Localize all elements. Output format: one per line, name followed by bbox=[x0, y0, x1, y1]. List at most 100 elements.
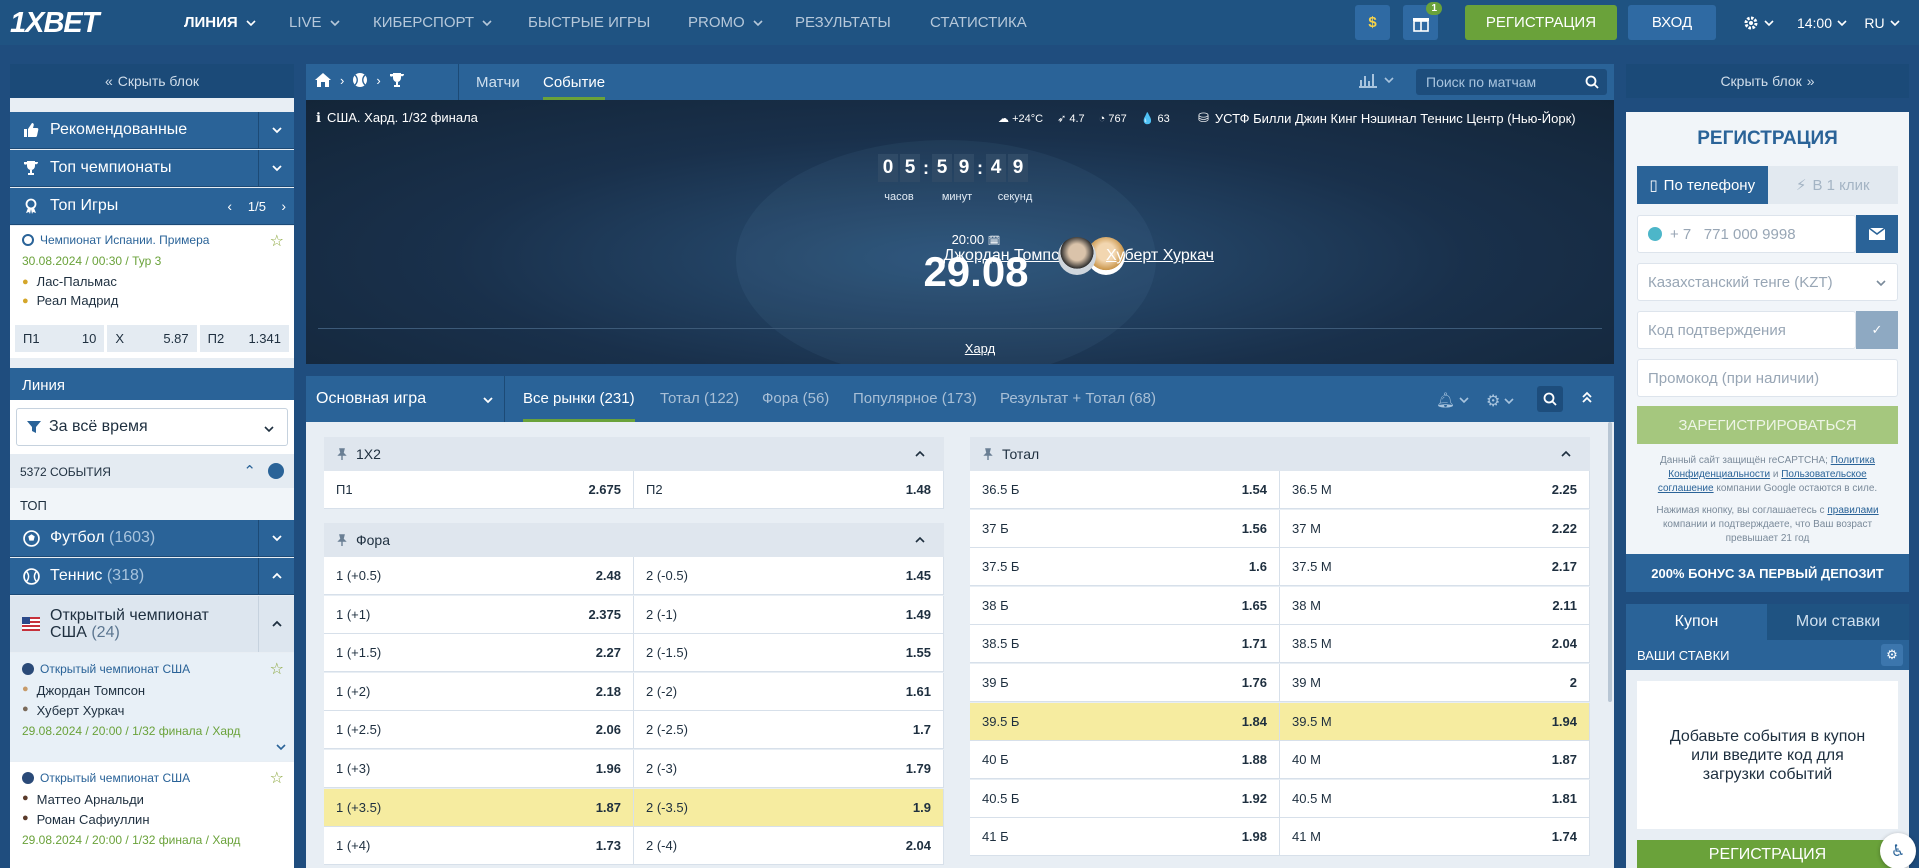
nav-results-label[interactable]: РЕЗУЛЬТАТЫ bbox=[795, 14, 891, 31]
market-header-handicap[interactable]: Фора bbox=[324, 523, 944, 557]
tab-result-total[interactable]: Результат + Тотал (68) bbox=[1000, 390, 1156, 407]
period-select[interactable]: За всё время bbox=[16, 408, 288, 446]
odd-cell[interactable]: 40.5 Б 1.92 bbox=[970, 779, 1280, 818]
nav-results[interactable]: РЕЗУЛЬТАТЫ bbox=[795, 0, 891, 45]
scrollbar[interactable] bbox=[1608, 422, 1612, 702]
surface-label[interactable]: Хард bbox=[900, 341, 1060, 356]
tournament-us-open[interactable]: Открытый чемпионат США (24) bbox=[10, 596, 294, 652]
sidebar-item-top-championships[interactable]: Топ чемпионаты bbox=[10, 150, 294, 187]
nav-line-label[interactable]: ЛИНИЯ bbox=[184, 14, 238, 31]
odd-cell[interactable]: 39 М 2 bbox=[1280, 664, 1590, 702]
collapse-all-icon[interactable]: ⌃ bbox=[243, 462, 256, 480]
phone-input[interactable]: + 7 771 000 9998 bbox=[1637, 215, 1856, 253]
nav-live-label[interactable]: LIVE bbox=[289, 14, 322, 31]
odd-cell[interactable]: 1 (+0.5) 2.48 bbox=[324, 557, 634, 595]
register-button[interactable]: РЕГИСТРАЦИЯ bbox=[1465, 5, 1617, 40]
odd-cell[interactable]: 2 (-3.5) 1.9 bbox=[634, 788, 944, 827]
odd-button[interactable]: П1 10 bbox=[15, 325, 105, 352]
chevron-down-icon[interactable] bbox=[258, 112, 294, 148]
statistics-button[interactable] bbox=[1358, 72, 1394, 88]
odd-cell[interactable]: 39.5 М 1.94 bbox=[1280, 702, 1590, 741]
pin-icon[interactable] bbox=[336, 448, 348, 460]
odd-cell[interactable]: 2 (-1.5) 1.55 bbox=[634, 634, 944, 673]
odd-cell[interactable]: 39.5 Б 1.84 bbox=[970, 702, 1280, 741]
favorite-star-icon[interactable]: ☆ bbox=[270, 659, 284, 679]
favorite-star-icon[interactable]: ☆ bbox=[270, 231, 284, 251]
sport-football[interactable]: Футбол (1603) bbox=[10, 520, 294, 557]
nav-promo[interactable]: PROMO bbox=[688, 0, 763, 45]
gift-button[interactable]: 1 bbox=[1403, 2, 1442, 40]
chevron-down-icon[interactable] bbox=[258, 520, 294, 556]
trophy-icon[interactable] bbox=[389, 72, 405, 88]
odd-cell[interactable]: 1 (+1.5) 2.27 bbox=[324, 634, 634, 673]
odd-cell[interactable]: 41 Б 1.98 bbox=[970, 818, 1280, 857]
gear-icon[interactable]: ⚙ bbox=[1881, 644, 1903, 666]
hide-left-block-button[interactable]: «Скрыть блок bbox=[10, 64, 294, 98]
pin-icon[interactable] bbox=[982, 448, 994, 460]
pin-icon[interactable] bbox=[336, 534, 348, 546]
odd-cell[interactable]: 39 Б 1.76 bbox=[970, 664, 1280, 702]
submit-registration-button[interactable]: ЗАРЕГИСТРИРОВАТЬСЯ bbox=[1637, 406, 1898, 444]
sport-tennis[interactable]: Теннис (318) bbox=[10, 558, 294, 595]
odd-cell[interactable]: 40 Б 1.88 bbox=[970, 741, 1280, 780]
tab-matches[interactable]: Матчи bbox=[476, 74, 520, 91]
chevron-down-icon[interactable] bbox=[258, 150, 294, 186]
market-search-button[interactable] bbox=[1537, 386, 1563, 412]
odd-cell[interactable]: 2 (-0.5) 1.45 bbox=[634, 557, 944, 595]
tab-all-markets[interactable]: Все рынки (231) bbox=[523, 390, 635, 422]
tennis-ball-icon[interactable] bbox=[352, 72, 368, 88]
odd-cell[interactable]: 1 (+4) 1.73 bbox=[324, 827, 634, 866]
logo[interactable]: 1XBET bbox=[10, 7, 99, 40]
tab-coupon[interactable]: Купон bbox=[1626, 604, 1767, 640]
odd-cell[interactable]: 36.5 М 2.25 bbox=[1280, 471, 1590, 509]
nav-live[interactable]: LIVE bbox=[289, 0, 340, 45]
calendar-icon[interactable]: 🗓 bbox=[988, 236, 1001, 247]
bonus-banner[interactable]: 200% БОНУС ЗА ПЕРВЫЙ ДЕПОЗИТ bbox=[1626, 554, 1909, 592]
tab-total[interactable]: Тотал (122) bbox=[660, 390, 739, 407]
match-card[interactable]: Открытый чемпионат США ☆ ● Маттео Арнальд… bbox=[10, 762, 294, 868]
odd-cell[interactable]: 41 М 1.74 bbox=[1280, 818, 1590, 857]
settings-button[interactable] bbox=[1738, 5, 1778, 40]
chevron-up-icon[interactable] bbox=[258, 596, 294, 652]
odd-button[interactable]: X 5.87 bbox=[107, 325, 197, 352]
rules-link[interactable]: правилами bbox=[1827, 505, 1878, 516]
odd-cell[interactable]: 37.5 Б 1.6 bbox=[970, 548, 1280, 587]
tab-one-click[interactable]: ⚡︎ В 1 клик bbox=[1767, 166, 1898, 204]
odd-cell[interactable]: 2 (-3) 1.79 bbox=[634, 750, 944, 788]
odd-cell[interactable]: 1 (+2) 2.18 bbox=[324, 672, 634, 711]
nav-esports[interactable]: КИБЕРСПОРТ bbox=[373, 0, 492, 45]
odd-cell[interactable]: 38.5 М 2.04 bbox=[1280, 625, 1590, 664]
chevron-down-icon[interactable] bbox=[275, 741, 287, 756]
tab-handicap[interactable]: Фора (56) bbox=[762, 390, 829, 407]
confirm-code-button[interactable]: ✓ bbox=[1856, 311, 1898, 349]
odd-cell[interactable]: 37.5 М 2.17 bbox=[1280, 548, 1590, 587]
collapse-markets-button[interactable] bbox=[1580, 390, 1594, 407]
nav-line[interactable]: ЛИНИЯ bbox=[184, 0, 256, 45]
promo-code-input[interactable]: Промокод (при наличии) bbox=[1637, 359, 1898, 397]
player-two-name[interactable]: Хуберт Хуркач bbox=[1106, 247, 1214, 265]
odd-cell[interactable]: 2 (-1) 1.49 bbox=[634, 595, 944, 634]
market-header-1x2[interactable]: 1X2 bbox=[324, 437, 944, 471]
match-card[interactable]: Открытый чемпионат США ☆ ● Джордан Томпсо… bbox=[10, 653, 294, 761]
currency-select[interactable]: Казахстанский тенге (KZT) bbox=[1637, 263, 1898, 301]
coupon-register-button[interactable]: РЕГИСТРАЦИЯ bbox=[1637, 840, 1898, 868]
info-icon[interactable]: ℹ bbox=[316, 110, 321, 126]
nav-fast-games-label[interactable]: БЫСТРЫЕ ИГРЫ bbox=[528, 14, 650, 31]
pager-prev-icon[interactable]: ‹ bbox=[227, 198, 232, 214]
nav-fast-games[interactable]: БЫСТРЫЕ ИГРЫ bbox=[528, 0, 650, 45]
tab-popular[interactable]: Популярное (173) bbox=[853, 390, 977, 407]
send-sms-button[interactable] bbox=[1856, 215, 1898, 253]
odd-button[interactable]: П2 1.341 bbox=[199, 325, 289, 352]
home-icon[interactable] bbox=[314, 72, 332, 88]
nav-esports-label[interactable]: КИБЕРСПОРТ bbox=[373, 14, 474, 31]
market-group-select[interactable]: Основная игра bbox=[306, 376, 505, 422]
market-header-total[interactable]: Тотал bbox=[970, 437, 1590, 471]
sidebar-item-recommended[interactable]: Рекомендованные bbox=[10, 112, 294, 149]
dollar-icon[interactable]: $ bbox=[1355, 5, 1390, 40]
confirmation-code-input[interactable]: Код подтверждения bbox=[1637, 311, 1856, 349]
tab-event[interactable]: Событие bbox=[543, 74, 606, 100]
odd-cell[interactable]: 40.5 М 1.81 bbox=[1280, 779, 1590, 818]
sidebar-item-top-games[interactable]: Топ Игры ‹ 1/5 › bbox=[10, 188, 294, 225]
odd-cell[interactable]: 38 М 2.11 bbox=[1280, 586, 1590, 625]
login-button[interactable]: ВХОД bbox=[1628, 5, 1716, 40]
